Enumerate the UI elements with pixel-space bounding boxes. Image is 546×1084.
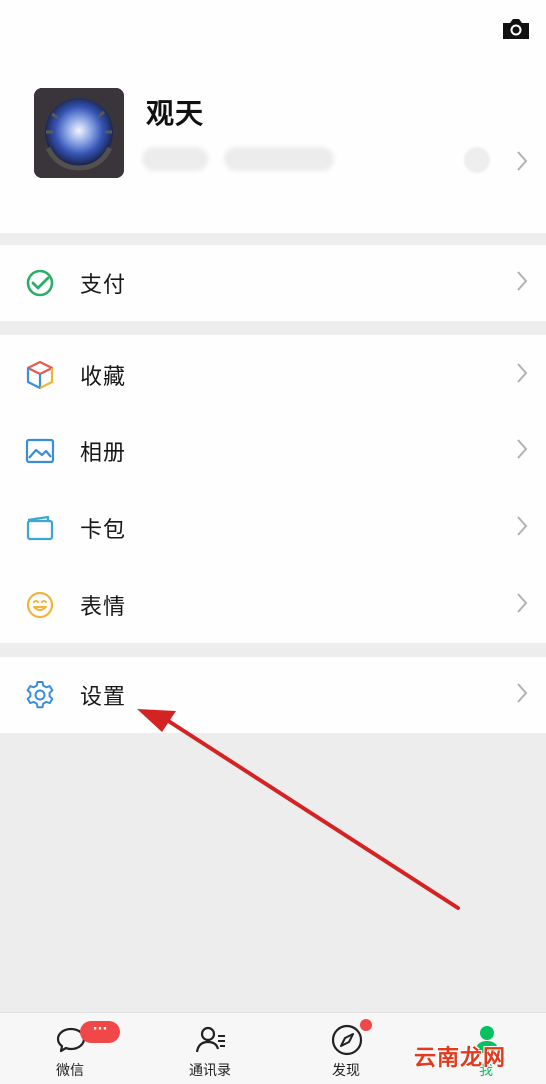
tab-label: 发现 [332,1063,360,1079]
tab-label: 通讯录 [189,1063,231,1079]
compass-icon [330,1023,364,1057]
smile-icon [24,589,56,621]
cube-icon [24,359,56,391]
tab-contacts[interactable]: 通讯录 [160,1013,260,1084]
pay-group: 支付 [0,245,546,321]
menu-item-pay[interactable]: 支付 [0,245,546,321]
menu-item-stickers[interactable]: 表情 [0,567,546,643]
chevron-right-icon [516,592,528,618]
chevron-right-icon [516,270,528,296]
menu-item-settings[interactable]: 设置 [0,657,546,733]
menu-item-label: 相册 [80,441,127,466]
blurred-status [224,147,334,171]
wallet-check-icon [24,267,56,299]
menu-item-label: 卡包 [80,518,127,543]
menu-item-cards[interactable]: 卡包 [0,490,546,566]
camera-icon[interactable] [500,14,532,44]
profile-header: 观天 [0,0,546,233]
menu-item-favorites[interactable]: 收藏 [0,337,546,413]
menu-item-label: 设置 [80,685,127,710]
qr-code-icon[interactable] [464,147,490,173]
collection-group: 收藏 相册 卡包 表情 [0,335,546,643]
watermark: 云南龙网 [414,1046,507,1071]
menu-item-label: 收藏 [80,365,127,390]
gear-icon [24,679,56,711]
chevron-right-icon [516,362,528,388]
contacts-icon [194,1023,228,1057]
chevron-right-icon[interactable] [516,150,528,176]
unread-badge: ··· [80,1021,120,1043]
menu-item-label: 支付 [80,273,127,298]
avatar[interactable] [34,88,124,178]
menu-item-album[interactable]: 相册 [0,413,546,489]
notification-dot [360,1019,372,1031]
settings-group: 设置 [0,657,546,733]
picture-icon [24,435,56,467]
nickname[interactable]: 观天 [146,92,204,132]
menu-item-label: 表情 [80,595,127,620]
chevron-right-icon [516,438,528,464]
chevron-right-icon [516,515,528,541]
tab-label: 微信 [56,1063,84,1079]
card-icon [24,512,56,544]
chevron-right-icon [516,682,528,708]
blurred-wechat-id [142,147,208,171]
tab-discover[interactable]: 发现 [296,1013,396,1084]
